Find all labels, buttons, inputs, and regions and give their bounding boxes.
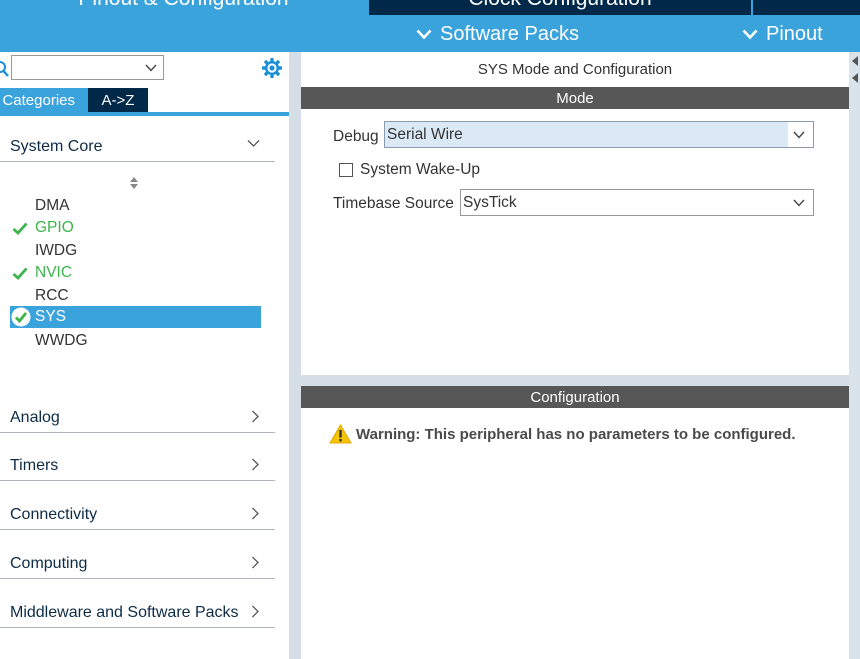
- gear-icon[interactable]: [261, 57, 283, 79]
- stm32cubemx-window: Pinout & Configuration Clock Configurati…: [0, 0, 860, 659]
- checkbox-box[interactable]: [339, 163, 353, 177]
- peripheral-label: NVIC: [35, 264, 73, 281]
- chevron-down-icon: [793, 199, 805, 207]
- peripheral-label: RCC: [35, 287, 69, 304]
- tab-categories[interactable]: Categories: [0, 88, 88, 112]
- top-tab-bar: Pinout & Configuration Clock Configurati…: [0, 0, 860, 15]
- category-connectivity[interactable]: Connectivity: [0, 498, 275, 530]
- mode-section-header: Mode: [301, 87, 849, 109]
- category-label: Middleware and Software Packs: [10, 604, 239, 621]
- chevron-right-icon: [252, 605, 259, 618]
- left-panel-splitter[interactable]: [289, 52, 301, 659]
- software-packs-label: Software Packs: [440, 22, 579, 45]
- system-wakeup-label: System Wake-Up: [360, 161, 481, 178]
- debug-value: Serial Wire: [387, 126, 463, 143]
- category-middleware-software-packs[interactable]: Middleware and Software Packs: [0, 596, 275, 628]
- category-label: Connectivity: [10, 506, 98, 523]
- tab-clock-configuration-label: Clock Configuration: [369, 0, 751, 11]
- timebase-source-label: Timebase Source: [333, 195, 454, 212]
- tab-a-to-z-label: A->Z: [101, 91, 135, 109]
- tab-overflow[interactable]: [753, 0, 860, 15]
- configuration-section-label: Configuration: [530, 388, 620, 406]
- check-icon: [12, 222, 28, 235]
- chevron-left-icon[interactable]: [851, 55, 859, 67]
- peripheral-label: IWDG: [35, 242, 78, 259]
- panel-title: SYS Mode and Configuration: [477, 61, 673, 78]
- pinout-menu-button[interactable]: Pinout: [742, 21, 823, 47]
- debug-label: Debug: [333, 128, 379, 145]
- pinout-menu-label: Pinout: [766, 22, 823, 45]
- tab-pinout-configuration-label: Pinout & Configuration: [0, 0, 367, 11]
- chevron-down-icon: [793, 131, 805, 139]
- chevron-down-icon: [416, 29, 432, 39]
- peripheral-item-dma[interactable]: DMA: [10, 195, 261, 217]
- timebase-source-value: SysTick: [463, 194, 517, 211]
- peripheral-item-rcc[interactable]: RCC: [10, 285, 261, 307]
- software-packs-button[interactable]: Software Packs: [416, 21, 579, 47]
- right-panel-scrollbar[interactable]: [849, 52, 860, 659]
- peripheral-item-nvic[interactable]: NVIC: [10, 262, 261, 284]
- mode-section-label: Mode: [556, 89, 594, 107]
- sys-configuration-panel: SYS Mode and Configuration Mode Debug Se…: [301, 52, 849, 659]
- category-timers[interactable]: Timers: [0, 449, 275, 481]
- debug-select[interactable]: Serial Wire: [384, 121, 814, 148]
- warning-icon: [329, 424, 352, 444]
- configuration-section-header: Configuration: [301, 386, 849, 408]
- chevron-down-icon: [247, 140, 260, 147]
- timebase-source-select[interactable]: SysTick: [460, 189, 814, 216]
- warning-text: Warning: This peripheral has no paramete…: [356, 426, 796, 443]
- chevron-right-icon: [252, 556, 259, 569]
- search-icon[interactable]: [0, 60, 10, 78]
- peripheral-label: GPIO: [35, 219, 74, 236]
- chevron-left-icon[interactable]: [851, 72, 859, 84]
- category-system-core-label: System Core: [10, 138, 103, 155]
- chevron-down-icon: [742, 29, 758, 39]
- chevron-right-icon: [252, 458, 259, 471]
- check-circle-icon: [11, 307, 31, 327]
- peripheral-item-iwdg[interactable]: IWDG: [10, 240, 261, 262]
- panel-divider[interactable]: [301, 375, 849, 386]
- category-label: Analog: [10, 409, 60, 426]
- peripheral-label: DMA: [35, 197, 70, 214]
- tab-underline: [0, 112, 289, 116]
- tab-pinout-configuration[interactable]: Pinout & Configuration: [0, 0, 367, 15]
- tab-clock-configuration[interactable]: Clock Configuration: [369, 0, 751, 15]
- category-system-core[interactable]: System Core: [0, 130, 275, 162]
- pinout-toolbar: Software Packs Pinout: [0, 15, 860, 52]
- peripheral-item-wwdg[interactable]: WWDG: [10, 330, 261, 352]
- peripheral-item-sys[interactable]: SYS: [10, 306, 261, 328]
- chevron-right-icon: [252, 507, 259, 520]
- peripheral-item-gpio[interactable]: GPIO: [10, 217, 261, 239]
- peripheral-label: SYS: [35, 308, 67, 325]
- tab-categories-label: Categories: [2, 91, 75, 109]
- sort-icon[interactable]: [129, 176, 139, 190]
- chevron-down-icon: [145, 64, 157, 72]
- search-combobox[interactable]: [11, 55, 164, 80]
- check-icon: [12, 267, 28, 280]
- categories-panel: Categories A->Z System Core DMA GPIO IWD…: [0, 52, 289, 659]
- category-label: Timers: [10, 457, 59, 474]
- category-computing[interactable]: Computing: [0, 547, 275, 579]
- category-label: Computing: [10, 555, 88, 572]
- tab-a-to-z[interactable]: A->Z: [88, 88, 148, 112]
- category-analog[interactable]: Analog: [0, 401, 275, 433]
- chevron-right-icon: [252, 410, 259, 423]
- peripheral-label: WWDG: [35, 332, 88, 349]
